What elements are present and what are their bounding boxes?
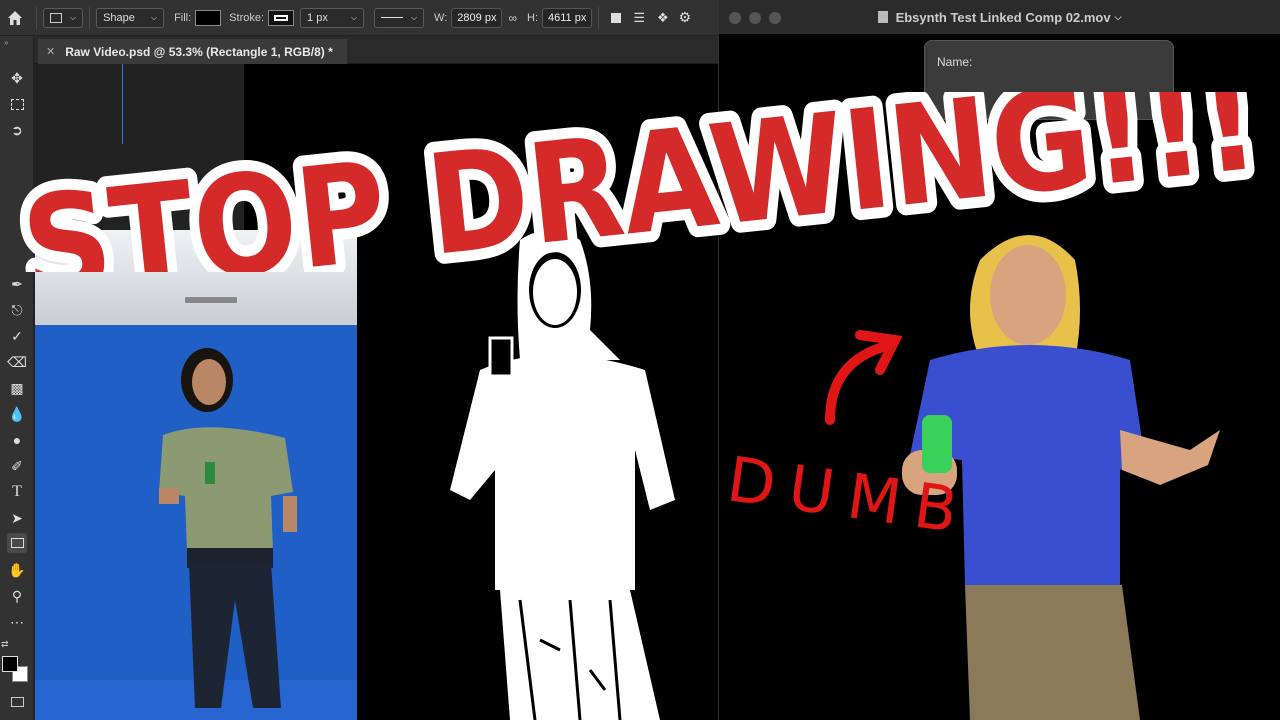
chevron-down-icon[interactable]: ⌵ <box>1115 12 1122 23</box>
type-tool-icon[interactable]: T <box>7 482 27 502</box>
chevron-down-icon: ⌵ <box>410 12 418 22</box>
zoom-window-button[interactable] <box>769 12 781 24</box>
stroke-swatch[interactable] <box>268 9 295 26</box>
chevron-down-icon: ⌵ <box>70 12 77 22</box>
width-label: W: <box>434 11 448 24</box>
threshold-figure <box>450 230 675 720</box>
height-label: H: <box>527 11 539 24</box>
path-operations-icon[interactable] <box>611 12 622 23</box>
blur-tool-icon[interactable]: 💧 <box>7 404 27 424</box>
fill-swatch[interactable] <box>195 9 222 26</box>
rectangle-tool-icon[interactable] <box>7 533 27 553</box>
close-icon[interactable]: ✕ <box>46 45 55 58</box>
link-icon[interactable]: ∞ <box>508 11 517 25</box>
width-field[interactable]: 2809 px <box>451 7 503 28</box>
divider <box>36 6 37 29</box>
chevron-down-icon: ⌵ <box>151 12 158 22</box>
tool-mode-label: Shape <box>103 11 135 24</box>
quicktime-title-bar: Ebsynth Test Linked Comp 02.mov ⌵ <box>719 0 1280 34</box>
options-bar: ⌵ Shape ⌵ Fill: Stroke: 1 px ⌵ ⌵ W: 2809… <box>0 0 720 36</box>
path-selection-icon[interactable]: ➤ <box>7 508 27 528</box>
move-tool-icon[interactable]: ✥ <box>7 68 27 88</box>
path-arrangement-icon[interactable]: ❖ <box>657 10 669 26</box>
document-tab[interactable]: ✕ Raw Video.psd @ 53.3% (Rectangle 1, RG… <box>38 39 347 64</box>
stroke-type-select[interactable]: ⌵ <box>374 7 425 28</box>
close-window-button[interactable] <box>729 12 741 24</box>
shape-tool-preset[interactable]: ⌵ <box>43 7 84 28</box>
document-tab-title: Raw Video.psd @ 53.3% (Rectangle 1, RGB/… <box>65 44 333 59</box>
clone-stamp-icon[interactable]: ⎋ <box>7 300 27 320</box>
quick-mask-icon[interactable] <box>7 692 27 712</box>
foreground-color-swatch[interactable] <box>2 656 18 672</box>
red-scribble-annotation: DUMB <box>723 330 976 549</box>
dumb-scribble-text: DUMB <box>723 442 976 548</box>
dodge-tool-icon[interactable]: ● <box>7 430 27 450</box>
fill-label: Fill: <box>174 11 192 24</box>
stroke-width-value: 1 px <box>307 11 328 24</box>
rectangle-icon <box>50 12 62 23</box>
history-brush-icon[interactable]: ✓ <box>7 326 27 346</box>
tool-mode-select[interactable]: Shape ⌵ <box>96 7 165 28</box>
stroke-label: Stroke: <box>229 11 265 24</box>
divider <box>598 6 600 29</box>
line-style-icon <box>381 17 403 18</box>
minimize-window-button[interactable] <box>749 12 761 24</box>
bluescreen-photo <box>35 230 357 720</box>
home-icon[interactable] <box>0 10 30 26</box>
zoom-tool-icon[interactable]: ⚲ <box>7 586 27 606</box>
quicktime-title: Ebsynth Test Linked Comp 02.mov <box>895 9 1111 25</box>
height-field[interactable]: 4611 px <box>542 7 593 28</box>
swap-colors-icon[interactable]: ⇄ <box>1 639 9 650</box>
thumbnail-headline: STOP DRAWING!!! STOP DRAWING!!! <box>4 92 1276 272</box>
headline-text: STOP DRAWING!!! <box>15 92 1265 272</box>
eraser-tool-icon[interactable]: ⌫ <box>7 352 27 372</box>
name-field-label: Name: <box>937 55 973 69</box>
divider <box>89 6 91 29</box>
hand-tool-icon[interactable]: ✋ <box>7 560 27 580</box>
paint-bucket-icon[interactable]: ▩ <box>7 378 27 398</box>
pen-tool-icon[interactable]: ✐ <box>7 456 27 476</box>
gear-icon[interactable]: ⚙ <box>679 9 692 26</box>
movie-file-icon <box>877 11 888 23</box>
stroke-width-select[interactable]: 1 px ⌵ <box>300 7 365 28</box>
more-tools-icon[interactable]: ⋯ <box>7 612 27 632</box>
chevron-down-icon: ⌵ <box>350 12 358 22</box>
panel-grip-icon[interactable]: » <box>4 38 8 47</box>
brush-tool-icon[interactable]: ✒ <box>7 274 27 294</box>
person-figure <box>159 348 297 708</box>
path-alignment-icon[interactable]: ☰ <box>633 10 645 26</box>
document-tab-bar: ✕ Raw Video.psd @ 53.3% (Rectangle 1, RG… <box>34 36 720 64</box>
